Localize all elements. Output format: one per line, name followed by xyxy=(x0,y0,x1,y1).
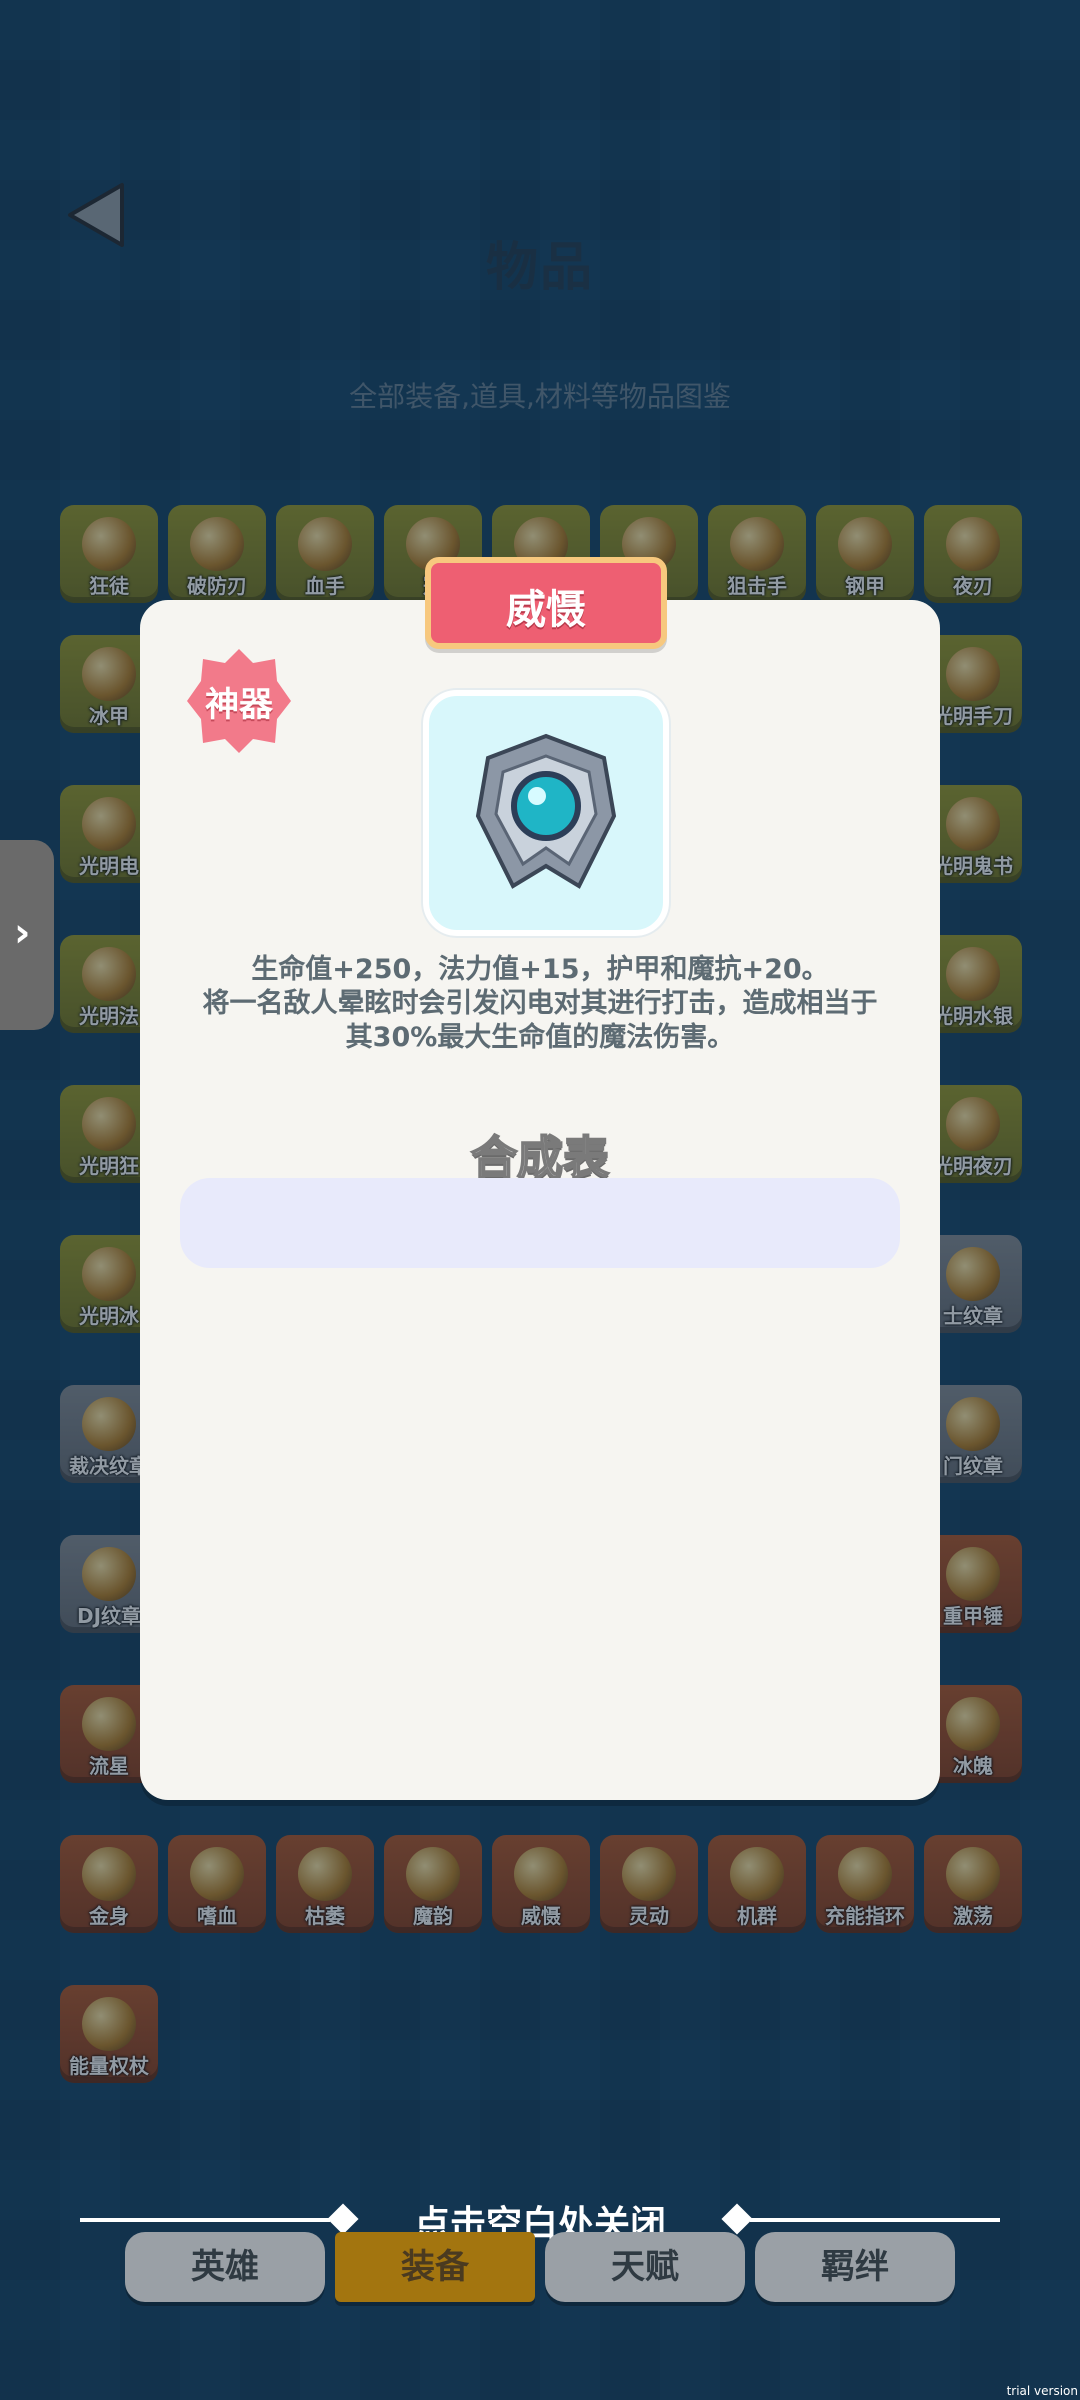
rarity-label: 神器 xyxy=(205,685,273,725)
tab-heroes[interactable]: 英雄 xyxy=(125,2232,325,2302)
tab-talents[interactable]: 天赋 xyxy=(545,2232,745,2302)
shield-emblem-icon xyxy=(475,733,617,889)
item-name: 威慑 xyxy=(506,587,586,633)
watermark: trial version xyxy=(1006,2384,1078,2398)
tab-bonds[interactable]: 羁绊 xyxy=(755,2232,955,2302)
bottom-tab-bar: 英雄 装备 天赋 羁绊 xyxy=(125,2232,955,2302)
chevron-right-icon: › xyxy=(14,910,31,956)
item-description-line: 其30%最大生命值的魔法伤害。 xyxy=(345,1022,735,1053)
item-name-ribbon: 威慑 xyxy=(425,557,667,649)
item-description-line: 生命值+250，法力值+15，护甲和魔抗+20。 xyxy=(251,954,829,985)
tab-equipment[interactable]: 装备 xyxy=(335,2232,535,2302)
item-image-frame xyxy=(423,690,669,936)
divider-line xyxy=(750,2218,1000,2222)
item-description-line: 将一名敌人晕眩时会引发闪电对其进行打击，造成相当于 xyxy=(202,988,878,1019)
recipe-box xyxy=(180,1178,900,1268)
side-expand-button[interactable]: › xyxy=(0,840,54,1030)
